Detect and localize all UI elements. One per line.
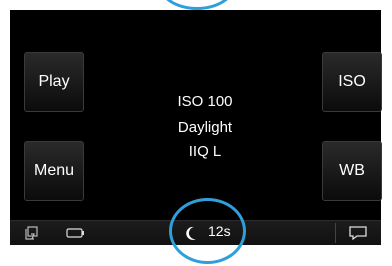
play-button-label: Play — [38, 73, 70, 90]
iso-button[interactable]: ISO — [322, 52, 382, 112]
play-button[interactable]: Play — [24, 52, 84, 112]
iso-button-label: ISO — [338, 73, 366, 90]
wb-button-label: WB — [339, 162, 365, 179]
chat-button[interactable] — [335, 223, 379, 243]
format-value: IIQ L — [188, 143, 222, 160]
chat-icon — [348, 226, 367, 241]
iso-value: ISO 100 — [177, 93, 233, 110]
wb-button[interactable]: WB — [322, 141, 382, 201]
menu-button-label: Menu — [33, 162, 75, 179]
battery-icon — [66, 228, 84, 238]
cards-icon — [25, 226, 38, 240]
white-balance-value: Daylight — [177, 119, 233, 136]
menu-button[interactable]: Menu — [24, 141, 84, 201]
top-highlight-ring — [158, 0, 236, 10]
bottom-highlight-ring — [169, 198, 246, 264]
